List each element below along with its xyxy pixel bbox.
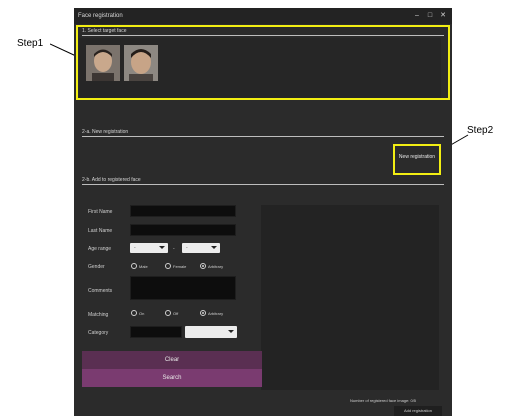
face-image-2 [124, 45, 158, 81]
age-separator: - [173, 246, 175, 252]
comments-field[interactable] [130, 276, 236, 300]
first-name-field[interactable] [130, 205, 236, 217]
last-name-label: Last Name [88, 228, 113, 234]
step2-callout: Step2 [467, 125, 494, 136]
maximize-icon[interactable]: □ [424, 8, 436, 24]
section1-divider [82, 35, 444, 36]
age-from-select[interactable]: - [130, 243, 168, 253]
face-thumbnail-2[interactable] [124, 45, 158, 81]
gender-male-label: Male [139, 264, 148, 269]
last-name-field[interactable] [130, 224, 236, 236]
registered-count-text: Number of registered face image: 0/5 [350, 398, 417, 403]
matching-arbitrary-radio[interactable] [200, 310, 206, 316]
age-range-label: Age range [88, 246, 112, 252]
category-field[interactable] [130, 326, 182, 338]
clear-button[interactable]: Clear [82, 351, 262, 369]
registered-faces-panel [261, 205, 439, 390]
target-face-panel [79, 38, 441, 98]
add-registration-button[interactable]: Add registration [394, 406, 442, 416]
chevron-down-icon [211, 246, 217, 249]
gender-female-label: Female [173, 264, 187, 269]
gender-label: Gender [88, 264, 105, 270]
search-button[interactable]: Search [82, 369, 262, 387]
section2b-divider [82, 184, 444, 185]
category-label: Category [88, 330, 109, 336]
first-name-label: First Name [88, 209, 113, 215]
close-icon[interactable]: ✕ [437, 8, 449, 24]
matching-on-radio[interactable] [131, 310, 137, 316]
age-to-value: - [186, 245, 188, 251]
section1-title: 1. Select target face [82, 28, 127, 34]
window-title: Face registration [78, 13, 123, 19]
face-registration-window: Face registration – □ ✕ 1. Select target… [74, 8, 452, 416]
chevron-down-icon [159, 246, 165, 249]
face-image-1 [86, 45, 120, 81]
age-to-select[interactable]: - [182, 243, 220, 253]
gender-female-radio[interactable] [165, 263, 171, 269]
section2b-title: 2-b. Add to registered face [82, 177, 141, 183]
face-thumbnail-1[interactable] [86, 45, 120, 81]
gender-arbitrary-radio[interactable] [200, 263, 206, 269]
age-from-value: - [134, 245, 136, 251]
comments-label: Comments [88, 288, 113, 294]
matching-arbitrary-label: Arbitrary [208, 311, 224, 316]
gender-male-radio[interactable] [131, 263, 137, 269]
gender-arbitrary-label: Arbitrary [208, 264, 224, 269]
matching-label: Matching [88, 312, 109, 318]
category-select[interactable] [185, 326, 237, 338]
matching-on-label: On [139, 311, 145, 316]
matching-off-label: Off [173, 311, 179, 316]
chevron-down-icon [228, 330, 234, 333]
title-bar: Face registration – □ ✕ [74, 8, 452, 24]
step1-callout: Step1 [17, 38, 44, 49]
new-registration-button[interactable]: New registration [395, 154, 439, 160]
section2a-divider [82, 136, 444, 137]
matching-off-radio[interactable] [165, 310, 171, 316]
minimize-icon[interactable]: – [411, 8, 423, 24]
section2a-title: 2-a. New registration [82, 129, 129, 135]
